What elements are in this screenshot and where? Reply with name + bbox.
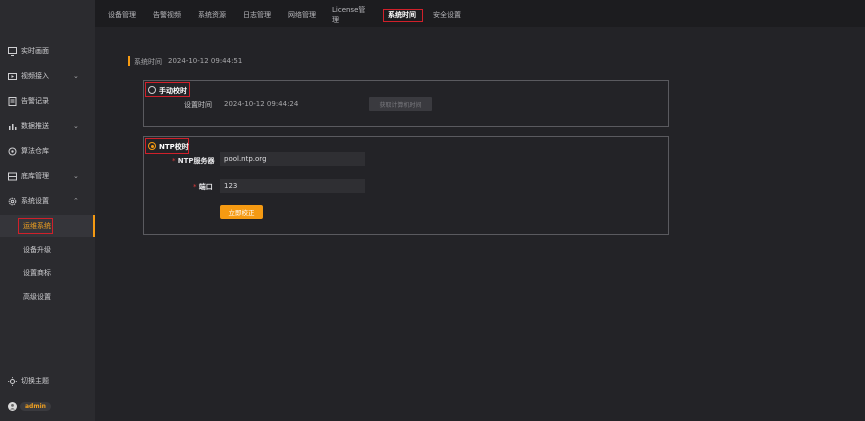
tab-network-management[interactable]: 网络管理 <box>287 8 317 22</box>
system-time-value: 2024-10-12 09:44:51 <box>168 57 243 65</box>
sun-icon <box>8 376 17 386</box>
theme-toggle[interactable]: 切换主题 <box>0 371 95 391</box>
sidebar-item-database[interactable]: 底库管理 ⌄ <box>0 166 95 186</box>
tab-label: 网络管理 <box>288 11 316 19</box>
required-mark: * <box>172 157 176 165</box>
port-label: 端口 <box>198 183 213 191</box>
sidebar-item-system-settings[interactable]: 系统设置 ⌃ <box>0 191 95 211</box>
bar-chart-icon <box>8 122 17 131</box>
ntp-server-label: NTP服务器 <box>177 157 215 165</box>
tab-label: 安全设置 <box>433 11 461 19</box>
highlight-box <box>18 218 53 234</box>
monitor-icon <box>8 46 17 56</box>
ntp-time-radio-label: NTP校时 <box>159 143 189 151</box>
sidebar-item-label: 告警记录 <box>21 97 49 105</box>
chevron-down-icon: ⌄ <box>73 172 79 180</box>
tab-system-resources[interactable]: 系统资源 <box>197 8 227 22</box>
chevron-down-icon: ⌄ <box>73 122 79 130</box>
sidebar-item-live-view[interactable]: 实时画面 <box>0 41 95 61</box>
sidebar-item-label: 算法仓库 <box>21 147 49 155</box>
alarm-record-icon <box>8 96 17 106</box>
database-icon <box>8 172 17 181</box>
sidebar-item-label: 实时画面 <box>21 47 49 55</box>
username-badge: admin <box>20 402 51 411</box>
section-accent-bar <box>128 56 130 66</box>
tab-security-settings[interactable]: 安全设置 <box>432 8 462 22</box>
tab-label: License管理 <box>332 6 366 24</box>
set-time-label: 设置时间 <box>184 101 212 109</box>
gear-icon <box>8 197 17 206</box>
sidebar-subitem-label: 设置商标 <box>23 269 51 277</box>
sidebar-item-label: 视频接入 <box>21 72 49 80</box>
sidebar-subitem-label: 设备升级 <box>23 246 51 254</box>
manual-time-radio-label: 手动校时 <box>159 87 187 95</box>
sidebar-subitem-device-upgrade[interactable]: 设备升级 <box>0 239 95 261</box>
manual-time-radio[interactable] <box>148 86 156 94</box>
sidebar-item-label: 数据推送 <box>21 122 49 130</box>
required-mark: * <box>193 183 197 191</box>
sidebar-item-label: 底库管理 <box>21 172 49 180</box>
tab-label: 系统资源 <box>198 11 226 19</box>
sidebar-subitem-label: 高级设置 <box>23 293 51 301</box>
theme-toggle-label: 切换主题 <box>21 377 49 385</box>
tab-alarm-video[interactable]: 告警视频 <box>152 8 182 22</box>
highlight-box <box>383 9 423 22</box>
tab-label: 日志管理 <box>243 11 271 19</box>
sidebar-item-data-push[interactable]: 数据推送 ⌄ <box>0 116 95 136</box>
sidebar-subitem-advanced-settings[interactable]: 高级设置 <box>0 286 95 308</box>
port-input[interactable] <box>220 179 365 193</box>
system-time-label: 系统时间 <box>134 58 162 66</box>
tab-license-management[interactable]: License管理 <box>332 6 372 24</box>
get-pc-time-button[interactable]: 获取计算机时间 <box>369 97 432 111</box>
algorithm-icon <box>8 147 17 156</box>
chevron-up-icon: ⌃ <box>73 197 79 205</box>
sidebar-subitem-set-logo[interactable]: 设置商标 <box>0 262 95 284</box>
sidebar: 实时画面 视频接入 ⌄ 告警记录 数据推送 ⌄ 算法仓库 底库管理 ⌄ 系统设置… <box>0 0 95 421</box>
sidebar-item-video-input[interactable]: 视频接入 ⌄ <box>0 66 95 86</box>
calibrate-now-button[interactable]: 立即校正 <box>220 205 263 219</box>
ntp-server-input[interactable] <box>220 152 365 166</box>
ntp-time-radio[interactable] <box>148 142 156 150</box>
chevron-down-icon: ⌄ <box>73 72 79 80</box>
sidebar-item-alarm-record[interactable]: 告警记录 <box>0 91 95 111</box>
active-indicator <box>93 215 95 237</box>
tab-log-management[interactable]: 日志管理 <box>242 8 272 22</box>
avatar[interactable] <box>8 402 17 411</box>
video-input-icon <box>8 72 17 81</box>
sidebar-item-label: 系统设置 <box>21 197 49 205</box>
top-nav: 设备管理 告警视频 系统资源 日志管理 网络管理 License管理 系统时间 … <box>95 0 865 27</box>
tab-label: 告警视频 <box>153 11 181 19</box>
set-time-input[interactable]: 2024-10-12 09:44:24 <box>220 97 365 111</box>
port-label-row: * 端口 <box>193 182 213 192</box>
sidebar-item-algorithm-store[interactable]: 算法仓库 <box>0 141 95 161</box>
tab-label: 设备管理 <box>108 11 136 19</box>
ntp-server-label-row: * NTP服务器 <box>172 156 215 166</box>
tab-device-management[interactable]: 设备管理 <box>107 8 137 22</box>
